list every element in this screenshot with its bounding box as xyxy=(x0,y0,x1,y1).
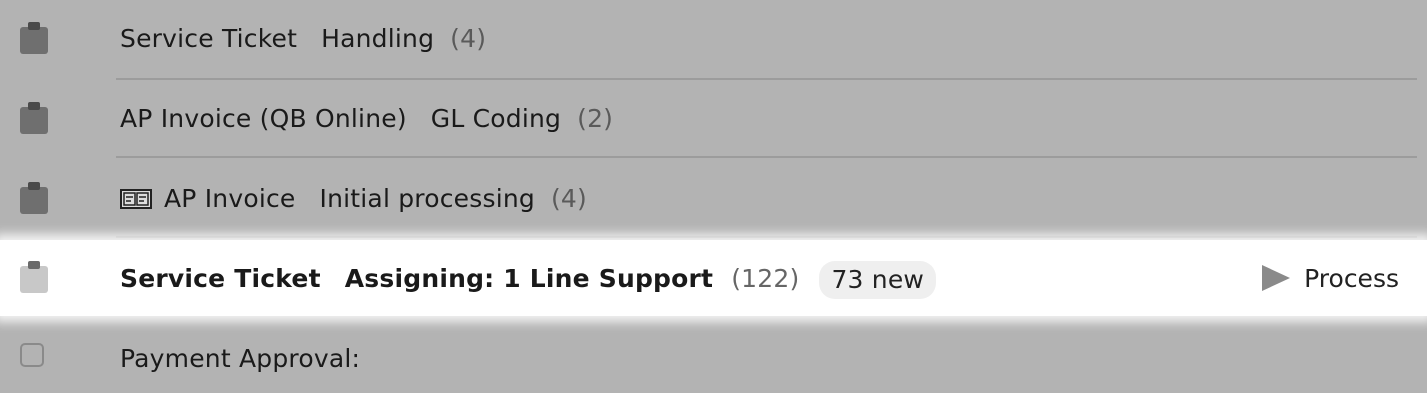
task-row-payment-approval[interactable]: Payment Approval: xyxy=(0,318,1427,393)
task-step-label: Handling xyxy=(321,23,435,53)
task-step-label: Assigning: 1 Line Support xyxy=(344,263,714,293)
task-row-text: AP Invoice (QB Online) GL Coding (2) xyxy=(120,98,613,138)
task-count: (2) xyxy=(577,103,614,133)
process-button[interactable]: Process xyxy=(1262,258,1399,298)
task-row-text: AP Invoice Initial processing (4) xyxy=(120,178,587,218)
clipboard-icon xyxy=(20,182,48,214)
task-count: (4) xyxy=(450,23,487,53)
row-divider xyxy=(116,236,1417,238)
play-icon xyxy=(1262,265,1291,291)
task-row-text: Service Ticket Handling (4) xyxy=(120,18,486,58)
task-row-service-ticket-handling[interactable]: Service Ticket Handling (4) xyxy=(0,0,1427,80)
task-type-label: AP Invoice (QB Online) xyxy=(120,103,407,133)
clipboard-icon xyxy=(20,22,48,54)
task-row-text: Service Ticket Assigning: 1 Line Support… xyxy=(120,258,937,299)
new-items-badge: 73 new xyxy=(819,261,937,299)
task-count: (122) xyxy=(731,263,800,293)
task-step-label: Initial processing xyxy=(319,183,535,213)
task-row-service-ticket-assigning[interactable]: Service Ticket Assigning: 1 Line Support… xyxy=(0,240,1427,316)
task-step-label: GL Coding xyxy=(430,103,562,133)
task-type-label: AP Invoice xyxy=(164,183,296,213)
clipboard-icon xyxy=(20,102,48,134)
task-row-text: Payment Approval: xyxy=(120,338,360,378)
task-count: (4) xyxy=(550,183,587,213)
task-type-label: Service Ticket xyxy=(120,23,298,53)
workflow-task-list: Service Ticket Handling (4) AP Invoice (… xyxy=(0,0,1427,393)
checkbox-icon[interactable] xyxy=(20,343,44,367)
document-scan-icon xyxy=(120,189,152,209)
task-row-ap-invoice-initial-processing[interactable]: AP Invoice Initial processing (4) xyxy=(0,158,1427,238)
task-type-label: Service Ticket xyxy=(120,263,321,293)
task-type-label: Payment Approval: xyxy=(120,343,361,373)
clipboard-icon xyxy=(20,261,48,293)
task-row-ap-invoice-qb-gl-coding[interactable]: AP Invoice (QB Online) GL Coding (2) xyxy=(0,78,1427,158)
process-label: Process xyxy=(1304,263,1399,293)
